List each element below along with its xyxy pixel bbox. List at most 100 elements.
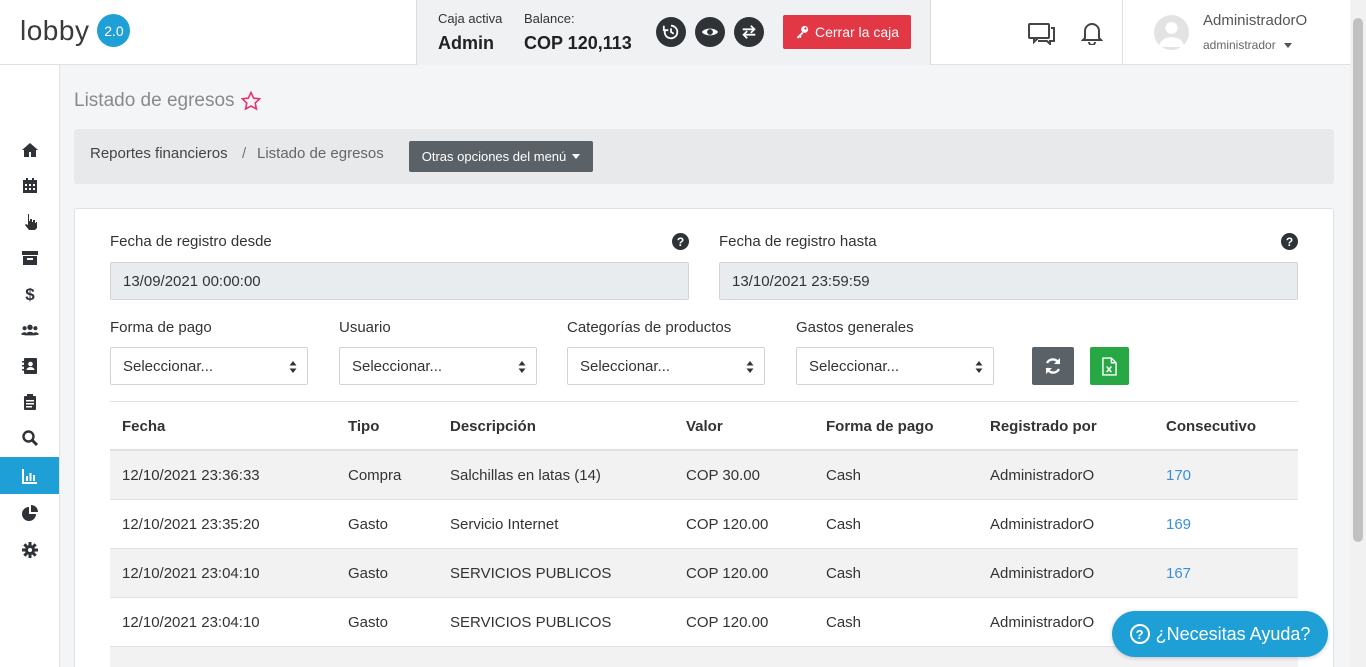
question-icon[interactable]: ?	[1281, 233, 1298, 250]
cell-forma-pago: Cash	[826, 467, 862, 484]
product-category-value: Seleccionar...	[580, 357, 671, 375]
close-cash-button[interactable]: Cerrar la caja	[783, 15, 911, 49]
sidebar-item-calendar[interactable]	[0, 167, 59, 204]
exchange-icon	[742, 25, 756, 39]
date-from-input[interactable]: 13/09/2021 00:00:00	[110, 262, 689, 300]
search-icon	[21, 429, 38, 446]
user-filter-select[interactable]: Seleccionar...	[339, 347, 537, 385]
balance-label: Balance:	[524, 11, 575, 26]
cell-tipo: Gasto	[348, 565, 389, 582]
dollar-icon: $	[25, 285, 35, 303]
page-title-text: Listado de egresos	[74, 90, 235, 111]
view-button[interactable]	[695, 17, 725, 47]
cell-descripcion: SERVICIOS PUBLICOS	[450, 614, 612, 631]
cell-valor: COP 120.00	[686, 565, 769, 582]
cell-descripcion: Salchillas en latas (14)	[450, 467, 601, 484]
payment-method-value: Seleccionar...	[123, 357, 214, 375]
column-header-forma-pago[interactable]: Forma de pago	[826, 418, 934, 435]
table-row: 12/10/2021 23:35:20 Gasto Servicio Inter…	[110, 500, 1298, 549]
cell-descripcion: Servicio Internet	[450, 516, 559, 533]
cell-valor: COP 120.00	[686, 614, 769, 631]
sidebar-item-finance[interactable]: $	[0, 275, 59, 312]
cell-fecha: 12/10/2021 23:04:10	[122, 614, 260, 631]
help-widget-label: ¿Necesitas Ayuda?	[1155, 623, 1311, 644]
avatar	[1154, 15, 1189, 50]
sidebar-item-stats[interactable]	[0, 494, 59, 531]
payment-method-label: Forma de pago	[110, 319, 212, 336]
eye-icon	[701, 28, 719, 36]
column-header-registrado[interactable]: Registrado por	[990, 418, 1097, 435]
page-title: Listado de egresos	[74, 90, 261, 112]
cell-valor: COP 120.00	[686, 516, 769, 533]
history-button[interactable]	[656, 17, 686, 47]
transfer-button[interactable]	[734, 17, 764, 47]
cell-fecha: 12/10/2021 23:36:33	[122, 467, 260, 484]
question-icon[interactable]: ?	[672, 233, 689, 250]
select-arrows-icon	[746, 361, 754, 373]
logo-text: lobby	[20, 14, 90, 46]
cell-consecutivo-link[interactable]: 167	[1166, 565, 1191, 582]
sidebar-item-search[interactable]	[0, 419, 59, 456]
column-header-fecha[interactable]: Fecha	[122, 418, 165, 435]
help-widget-button[interactable]: ? ¿Necesitas Ayuda?	[1112, 611, 1328, 657]
product-category-select[interactable]: Seleccionar...	[567, 347, 765, 385]
chat-icon	[1028, 23, 1055, 45]
sidebar: $	[0, 65, 60, 667]
caja-active-label: Caja activa	[438, 11, 503, 26]
other-options-dropdown[interactable]: Otras opciones del menú	[409, 141, 593, 172]
archive-icon	[21, 250, 38, 265]
general-expenses-label: Gastos generales	[796, 319, 914, 336]
chevron-down-icon	[572, 154, 581, 159]
breadcrumb-separator: /	[242, 145, 247, 162]
user-menu[interactable]: AdministradorO administrador	[1122, 0, 1350, 65]
column-header-tipo[interactable]: Tipo	[348, 418, 379, 435]
cell-fecha: 12/10/2021 23:35:20	[122, 516, 260, 533]
sidebar-item-reports[interactable]	[0, 457, 59, 494]
cell-consecutivo-link[interactable]: 169	[1166, 516, 1191, 533]
top-bar: lobby 2.0 Caja activa Admin Balance: COP…	[0, 0, 1350, 65]
pie-chart-icon	[21, 504, 38, 521]
refresh-button[interactable]	[1032, 347, 1074, 385]
user-filter-label: Usuario	[339, 319, 391, 336]
scrollbar-thumb[interactable]	[1353, 18, 1363, 542]
cell-consecutivo-link[interactable]: 170	[1166, 467, 1191, 484]
balance-value: COP 120,113	[524, 33, 632, 53]
other-options-label: Otras opciones del menú	[421, 149, 567, 164]
column-header-valor[interactable]: Valor	[686, 418, 723, 435]
general-expenses-value: Seleccionar...	[809, 357, 900, 375]
sidebar-item-clipboard[interactable]	[0, 383, 59, 420]
user-icon	[1159, 22, 1184, 47]
home-icon	[21, 142, 38, 157]
breadcrumb-item-reports[interactable]: Reportes financieros	[90, 145, 228, 162]
column-header-descripcion[interactable]: Descripción	[450, 418, 536, 435]
sidebar-item-settings[interactable]	[0, 531, 59, 568]
general-expenses-select[interactable]: Seleccionar...	[796, 347, 994, 385]
filters-card: Fecha de registro desde ? 13/09/2021 00:…	[74, 208, 1334, 667]
bell-icon	[1081, 23, 1103, 45]
notifications-button[interactable]	[1078, 20, 1106, 46]
caja-active-value: Admin	[438, 33, 494, 53]
sidebar-item-contacts[interactable]	[0, 347, 59, 384]
version-badge: 2.0	[97, 14, 131, 47]
table-row: 12/10/2021 23:04:10 Gasto SERVICIOS PUBL…	[110, 549, 1298, 598]
sidebar-item-users[interactable]	[0, 311, 59, 348]
question-icon: ?	[1129, 624, 1150, 644]
sidebar-item-archive[interactable]	[0, 239, 59, 276]
calendar-icon	[22, 177, 37, 193]
address-book-icon	[21, 357, 37, 374]
sidebar-item-home[interactable]	[0, 131, 59, 168]
column-header-consecutivo[interactable]: Consecutivo	[1166, 418, 1256, 435]
cell-registrado: AdministradorO	[990, 467, 1095, 484]
cell-forma-pago: Cash	[826, 614, 862, 631]
messages-button[interactable]	[1028, 20, 1056, 46]
star-icon[interactable]	[240, 91, 261, 111]
cell-tipo: Compra	[348, 467, 402, 484]
date-to-input[interactable]: 13/10/2021 23:59:59	[719, 262, 1298, 300]
sidebar-item-pointer[interactable]	[0, 203, 59, 240]
clipboard-icon	[23, 393, 36, 410]
payment-method-select[interactable]: Seleccionar...	[110, 347, 308, 385]
page-scrollbar[interactable]	[1350, 0, 1366, 667]
export-excel-button[interactable]	[1090, 347, 1129, 385]
cell-tipo: Gasto	[348, 614, 389, 631]
app-logo[interactable]: lobby 2.0	[20, 14, 131, 47]
